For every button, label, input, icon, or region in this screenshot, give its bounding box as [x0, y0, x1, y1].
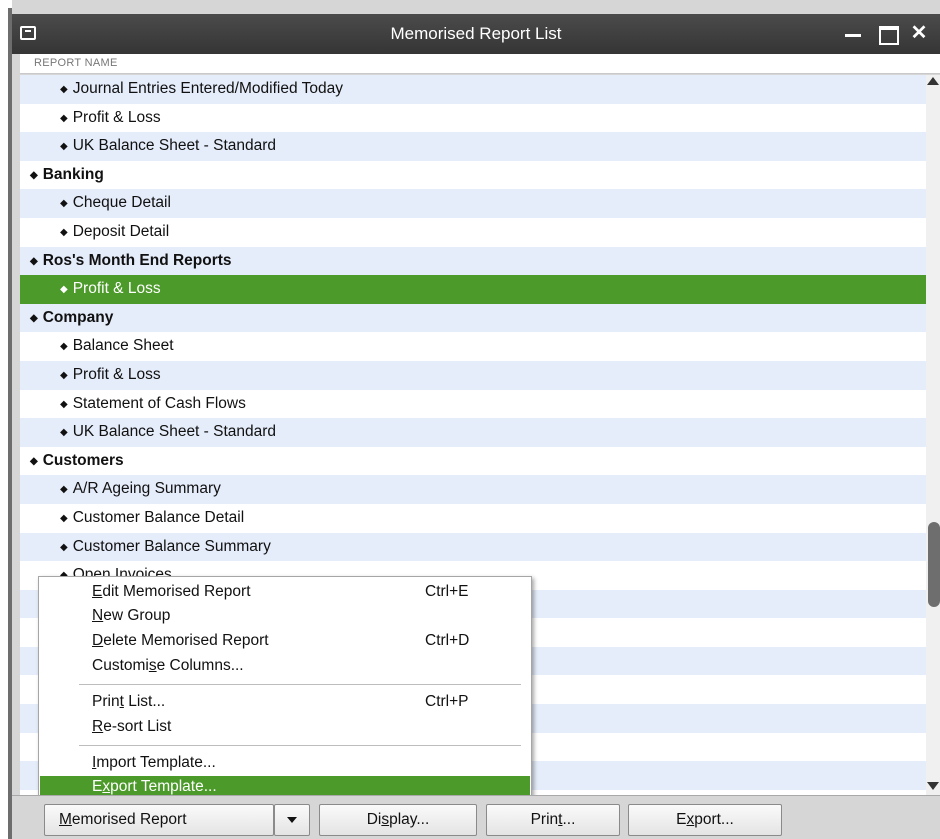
report-row[interactable]: ◆ UK Balance Sheet - Standard [20, 132, 926, 161]
shortcut-label: Ctrl+E [425, 583, 469, 600]
minimize-icon[interactable] [840, 20, 866, 46]
column-header-report-name[interactable]: REPORT NAME [20, 54, 940, 74]
menu-item-delete-memorised-report[interactable]: Delete Memorised Report Ctrl+D [40, 630, 530, 652]
scroll-down-icon[interactable] [927, 782, 939, 790]
report-row-label: Customer Balance Summary [72, 537, 271, 555]
print-button[interactable]: Print... [486, 804, 620, 836]
report-row[interactable]: ◆ A/R Ageing Summary [20, 475, 926, 504]
diamond-bullet-icon: ◆ [60, 484, 68, 496]
window-title: Memorised Report List [390, 24, 562, 43]
memorised-report-list-window: Memorised Report List ✕ REPORT NAME ◆ Jou… [0, 0, 940, 839]
report-group-row[interactable]: ◆ Banking [20, 161, 926, 190]
report-row[interactable]: ◆ Profit & Loss [20, 275, 926, 304]
diamond-bullet-icon: ◆ [30, 255, 38, 267]
report-row-label: Cheque Detail [72, 194, 171, 212]
menu-item-import-template[interactable]: Import Template... [40, 752, 530, 774]
report-row-label: Customers [42, 451, 124, 469]
report-row-label: Profit & Loss [72, 108, 161, 126]
diamond-bullet-icon: ◆ [60, 84, 68, 95]
report-row-label: Profit & Loss [72, 280, 161, 298]
display-button[interactable]: Display... [319, 804, 477, 836]
report-row[interactable]: ◆ Statement of Cash Flows [20, 390, 926, 419]
menu-item-customise-columns[interactable]: Customise Columns... [40, 655, 530, 677]
title-bar[interactable]: Memorised Report List ✕ [12, 14, 940, 54]
report-row-label: Journal Entries Entered/Modified Today [72, 80, 343, 97]
close-icon[interactable]: ✕ [906, 20, 932, 46]
window-frame [0, 0, 12, 839]
scrollbar-thumb[interactable] [928, 522, 940, 607]
diamond-bullet-icon: ◆ [60, 226, 68, 238]
report-row[interactable]: ◆ Customer Balance Detail [20, 504, 926, 533]
report-row-label: Company [42, 308, 114, 326]
report-row-label: UK Balance Sheet - Standard [72, 137, 277, 155]
report-row-label: Deposit Detail [72, 222, 170, 240]
diamond-bullet-icon: ◆ [30, 312, 38, 324]
diamond-bullet-icon: ◆ [60, 541, 68, 553]
diamond-bullet-icon: ◆ [60, 398, 68, 410]
maximize-icon[interactable] [874, 20, 900, 46]
memorised-report-dropdown-button[interactable] [274, 804, 310, 836]
diamond-bullet-icon: ◆ [60, 198, 68, 210]
report-row[interactable]: ◆ UK Balance Sheet - Standard [20, 418, 926, 447]
report-row[interactable]: ◆ Deposit Detail [20, 218, 926, 247]
report-row[interactable]: ◆ Balance Sheet [20, 332, 926, 361]
menu-item-edit-memorised-report[interactable]: Edit Memorised Report Ctrl+E [40, 581, 530, 603]
report-group-row[interactable]: ◆ Customers [20, 447, 926, 476]
report-row[interactable]: ◆ Journal Entries Entered/Modified Today [20, 75, 926, 104]
diamond-bullet-icon: ◆ [30, 455, 38, 467]
diamond-bullet-icon: ◆ [60, 284, 68, 296]
diamond-bullet-icon: ◆ [60, 141, 68, 153]
menu-separator [79, 745, 521, 746]
button-bar: Memorised Report Display... Print... Exp… [12, 795, 940, 839]
report-row[interactable]: ◆ Profit & Loss [20, 104, 926, 133]
export-button[interactable]: Export... [628, 804, 782, 836]
shortcut-label: Ctrl+D [425, 632, 470, 649]
report-row-label: Balance Sheet [72, 337, 174, 355]
vertical-scrollbar[interactable] [926, 75, 940, 795]
report-group-row[interactable]: ◆ Company [20, 303, 926, 333]
report-row-label: Ros's Month End Reports [42, 251, 232, 269]
scroll-up-icon[interactable] [927, 77, 939, 85]
report-row-label: Statement of Cash Flows [72, 394, 246, 412]
caret-down-icon [287, 817, 297, 823]
menu-separator [79, 684, 521, 685]
context-menu: Edit Memorised Report Ctrl+E New Group D… [38, 576, 532, 802]
report-row[interactable]: ◆ Profit & Loss [20, 360, 926, 390]
report-row-label: Banking [42, 165, 104, 183]
diamond-bullet-icon: ◆ [60, 512, 68, 524]
shortcut-label: Ctrl+P [425, 693, 469, 710]
report-group-row[interactable]: ◆ Ros's Month End Reports [20, 246, 926, 276]
menu-item-re-sort-list[interactable]: Re-sort List [40, 716, 530, 738]
diamond-bullet-icon: ◆ [60, 112, 68, 124]
report-row[interactable]: ◆ Customer Balance Summary [20, 532, 926, 562]
menu-item-print-list[interactable]: Print List... Ctrl+P [40, 691, 530, 713]
report-row[interactable]: ◆ Cheque Detail [20, 189, 926, 218]
diamond-bullet-icon: ◆ [30, 169, 38, 181]
report-row-label: Profit & Loss [72, 365, 161, 383]
report-row-label: UK Balance Sheet - Standard [72, 423, 277, 441]
diamond-bullet-icon: ◆ [60, 341, 68, 353]
menu-item-new-group[interactable]: New Group [40, 605, 530, 627]
diamond-bullet-icon: ◆ [60, 427, 68, 439]
report-row-label: A/R Ageing Summary [72, 480, 221, 498]
report-row-label: Customer Balance Detail [72, 508, 245, 526]
memorised-report-button[interactable]: Memorised Report [44, 804, 274, 836]
diamond-bullet-icon: ◆ [60, 369, 68, 381]
